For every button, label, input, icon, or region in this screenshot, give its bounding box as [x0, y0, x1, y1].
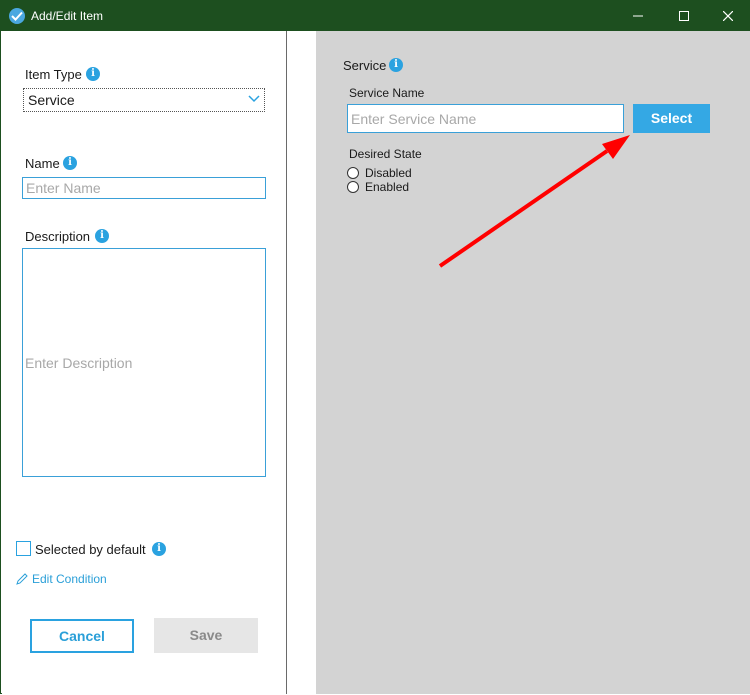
service-name-input[interactable]: [347, 104, 624, 133]
name-label: Name: [25, 156, 60, 171]
service-name-label: Service Name: [349, 86, 425, 100]
disabled-option-label: Disabled: [365, 166, 412, 180]
enabled-option-label: Enabled: [365, 180, 410, 194]
name-input[interactable]: [22, 177, 266, 199]
cancel-button[interactable]: Cancel: [30, 619, 134, 653]
add-edit-item-window: Add/Edit Item Item Type i Service Name i…: [0, 0, 750, 694]
description-label: Description: [25, 229, 91, 244]
item-type-select[interactable]: Service: [23, 88, 265, 112]
selected-by-default-checkbox[interactable]: [16, 541, 31, 556]
info-icon[interactable]: i: [389, 58, 403, 72]
window-title: Add/Edit Item: [31, 9, 104, 23]
close-icon: [723, 11, 733, 21]
item-type-label: Item Type: [25, 67, 82, 82]
info-icon[interactable]: i: [63, 156, 77, 170]
item-type-value: Service: [28, 92, 75, 108]
minimize-icon: [633, 15, 643, 17]
disabled-radio[interactable]: [347, 167, 359, 179]
save-button[interactable]: Save: [154, 618, 258, 653]
edit-condition-label: Edit Condition: [32, 572, 107, 586]
info-icon[interactable]: i: [86, 67, 100, 81]
description-placeholder: Enter Description: [25, 355, 133, 371]
check-circle-icon: [9, 8, 25, 24]
chevron-down-icon: [248, 95, 260, 103]
select-button[interactable]: Select: [633, 104, 710, 133]
close-button[interactable]: [705, 1, 750, 31]
desired-state-label: Desired State: [349, 147, 422, 161]
maximize-button[interactable]: [661, 1, 707, 31]
info-icon[interactable]: i: [152, 542, 166, 556]
maximize-icon: [679, 11, 689, 21]
title-bar[interactable]: Add/Edit Item: [1, 1, 750, 31]
info-icon[interactable]: i: [95, 229, 109, 243]
enabled-radio[interactable]: [347, 181, 359, 193]
pencil-icon: [16, 573, 28, 585]
minimize-button[interactable]: [615, 1, 661, 31]
service-section-title: Service: [343, 58, 387, 73]
selected-by-default-label: Selected by default: [35, 542, 146, 557]
